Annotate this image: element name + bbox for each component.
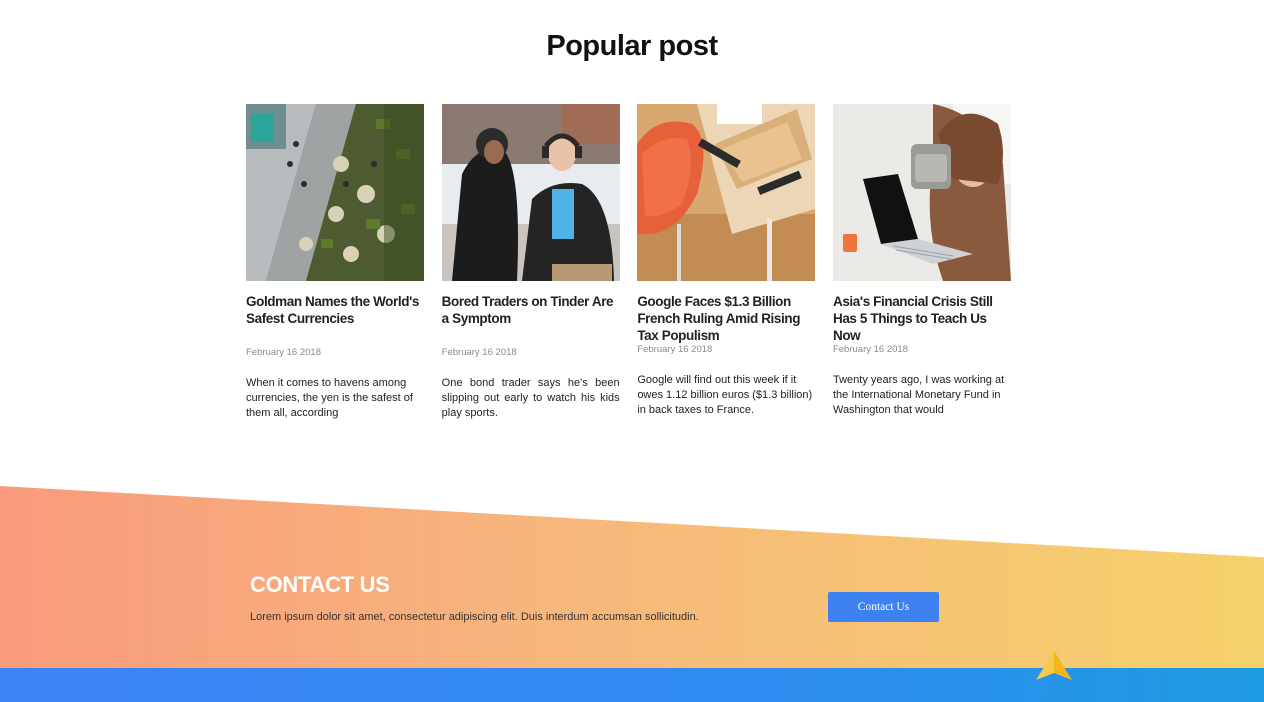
post-excerpt: When it comes to havens among currencies… [246,377,413,419]
post-excerpt: Twenty years ago, I was working at the I… [832,374,1005,416]
post-title[interactable]: Google Faces $1.3 Billion French Ruling … [637,293,815,344]
post-list: Goldman Names the World's Safest Currenc… [246,104,1011,421]
post-card[interactable]: Google Faces $1.3 Billion French Ruling … [637,104,816,421]
post-date: February 16 2018 [246,347,321,358]
post-title[interactable]: Goldman Names the World's Safest Currenc… [246,293,424,344]
post-title[interactable]: Bored Traders on Tinder Are a Symptom [442,293,620,344]
post-card[interactable]: Asia's Financial Crisis Still Has 5 Thin… [832,104,1011,421]
page: Popular post Goldman Names the World's S… [0,0,1264,702]
post-excerpt: One bond trader says he's been slipping … [441,377,620,419]
contact-title: CONTACT US [250,572,390,597]
post-date: February 16 2018 [441,347,517,358]
post-title[interactable]: Asia's Financial Crisis Still Has 5 Thin… [833,293,1011,344]
post-image-traders[interactable] [441,104,620,281]
post-image-mall[interactable] [246,104,424,281]
arrow-up-icon[interactable] [1036,651,1072,681]
footer-bar [0,668,1264,702]
contact-us-button[interactable]: Contact Us [828,592,939,622]
post-card[interactable]: Goldman Names the World's Safest Currenc… [246,104,424,421]
post-date: February 16 2018 [637,344,713,355]
post-image-desk[interactable] [637,104,816,281]
popular-post-title: Popular post [546,30,718,62]
post-image-laptop[interactable] [832,104,1011,281]
post-date: February 16 2018 [832,344,908,355]
post-card[interactable]: Bored Traders on Tinder Are a Symptom Fe… [441,104,620,421]
post-excerpt: Google will find out this week if it owe… [637,374,813,416]
contact-text: Lorem ipsum dolor sit amet, consectetur … [250,611,699,623]
